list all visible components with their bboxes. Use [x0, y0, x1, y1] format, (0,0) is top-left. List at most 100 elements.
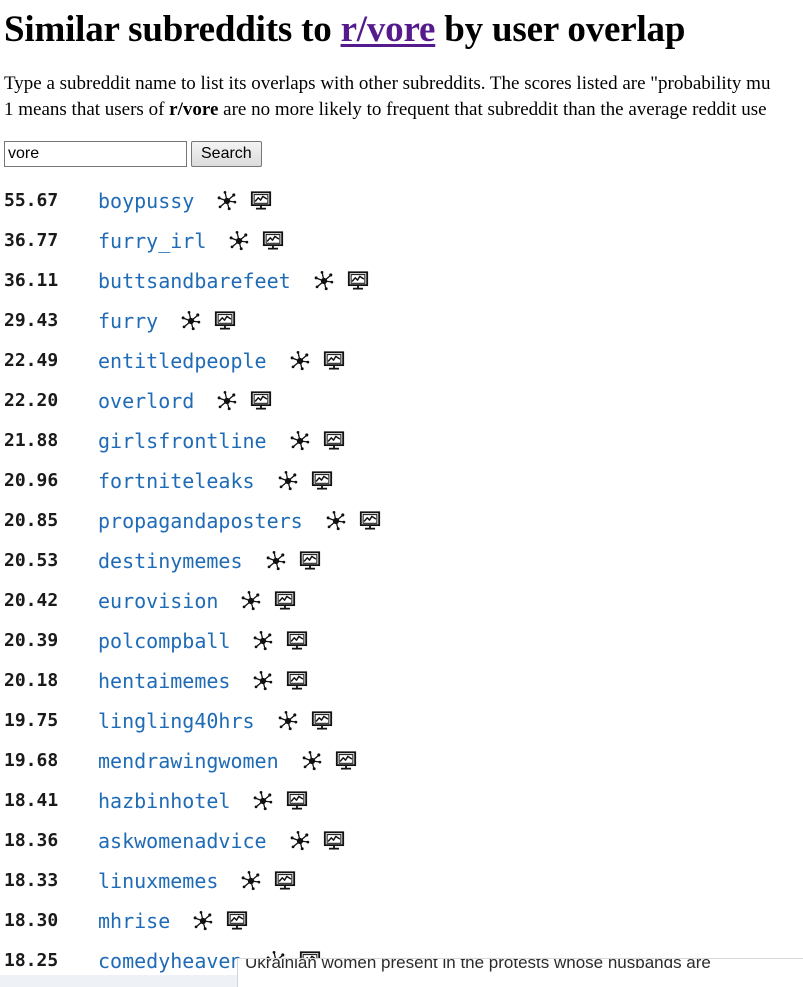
chart-presentation-icon[interactable]: [323, 350, 345, 372]
network-graph-icon[interactable]: [240, 590, 262, 612]
chart-presentation-icon[interactable]: [323, 830, 345, 852]
network-graph-icon[interactable]: [313, 270, 335, 292]
overlap-score: 18.30: [4, 910, 59, 932]
chart-presentation-icon[interactable]: [262, 230, 284, 252]
subreddit-link[interactable]: overlord: [98, 389, 194, 413]
chart-presentation-icon[interactable]: [226, 910, 248, 932]
description-line-2: 1 means that users of r/vore are no more…: [4, 97, 803, 123]
background-window[interactable]: Ukrainian women present in the protests …: [237, 958, 803, 987]
result-icons: [277, 710, 333, 732]
chart-presentation-icon[interactable]: [311, 470, 333, 492]
overlap-score: 55.67: [4, 190, 59, 212]
network-graph-icon[interactable]: [228, 230, 250, 252]
result-row: 20.39 polcompball: [4, 621, 803, 661]
overlap-score: 22.49: [4, 350, 59, 372]
network-graph-icon[interactable]: [289, 830, 311, 852]
subreddit-link[interactable]: fortniteleaks: [98, 469, 255, 493]
subreddit-link[interactable]: eurovision: [98, 589, 218, 613]
result-icons: [277, 470, 333, 492]
search-form: Search: [4, 140, 262, 167]
network-graph-icon[interactable]: [289, 430, 311, 452]
chart-presentation-icon[interactable]: [286, 670, 308, 692]
chart-presentation-icon[interactable]: [274, 590, 296, 612]
network-graph-icon[interactable]: [252, 790, 274, 812]
subreddit-link[interactable]: polcompball: [98, 629, 230, 653]
result-row: 19.68 mendrawingwomen: [4, 741, 803, 781]
chart-presentation-icon[interactable]: [311, 710, 333, 732]
overlap-score: 19.75: [4, 710, 59, 732]
result-icons: [289, 350, 345, 372]
overlap-score: 21.88: [4, 430, 59, 452]
result-icons: [252, 630, 308, 652]
overlap-score: 18.25: [4, 950, 59, 972]
subreddit-link[interactable]: linuxmemes: [98, 869, 218, 893]
chart-presentation-icon[interactable]: [250, 190, 272, 212]
chart-presentation-icon[interactable]: [359, 510, 381, 532]
subreddit-link[interactable]: entitledpeople: [98, 349, 267, 373]
chart-presentation-icon[interactable]: [335, 750, 357, 772]
chart-presentation-icon[interactable]: [347, 270, 369, 292]
result-icons: [289, 830, 345, 852]
search-input[interactable]: [4, 140, 187, 167]
result-row: 29.43 furry: [4, 301, 803, 341]
network-graph-icon[interactable]: [289, 350, 311, 372]
result-row: 22.49 entitledpeople: [4, 341, 803, 381]
result-icons: [240, 590, 296, 612]
overlap-score: 36.77: [4, 230, 59, 252]
subreddit-link[interactable]: hentaimemes: [98, 669, 230, 693]
page-title: Similar subreddits to r/vore by user ove…: [4, 9, 803, 50]
subreddit-link[interactable]: boypussy: [98, 189, 194, 213]
overlap-score: 29.43: [4, 310, 59, 332]
overlap-score: 18.36: [4, 830, 59, 852]
network-graph-icon[interactable]: [192, 910, 214, 932]
chart-presentation-icon[interactable]: [299, 550, 321, 572]
network-graph-icon[interactable]: [301, 750, 323, 772]
network-graph-icon[interactable]: [180, 310, 202, 332]
subreddit-link[interactable]: hazbinhotel: [98, 789, 230, 813]
chart-presentation-icon[interactable]: [250, 390, 272, 412]
subreddit-link[interactable]: mendrawingwomen: [98, 749, 279, 773]
network-graph-icon[interactable]: [240, 870, 262, 892]
network-graph-icon[interactable]: [325, 510, 347, 532]
search-button[interactable]: Search: [191, 140, 262, 167]
network-graph-icon[interactable]: [277, 710, 299, 732]
chart-presentation-icon[interactable]: [286, 790, 308, 812]
overlap-score: 19.68: [4, 750, 59, 772]
result-icons: [240, 870, 296, 892]
result-row: 36.77 furry_irl: [4, 221, 803, 261]
background-window-strip: [0, 975, 237, 987]
result-row: 18.33 linuxmemes: [4, 861, 803, 901]
subreddit-link[interactable]: buttsandbarefeet: [98, 269, 291, 293]
network-graph-icon[interactable]: [216, 190, 238, 212]
description-line-2-part-b: are no more likely to frequent that subr…: [218, 98, 767, 120]
network-graph-icon[interactable]: [252, 630, 274, 652]
subreddit-link[interactable]: girlsfrontline: [98, 429, 267, 453]
network-graph-icon[interactable]: [277, 470, 299, 492]
result-icons: [252, 670, 308, 692]
description-subreddit-mention: r/vore: [169, 98, 219, 120]
description-line-1: Type a subreddit name to list its overla…: [4, 72, 771, 94]
result-icons: [180, 310, 236, 332]
subreddit-link[interactable]: mhrise: [98, 909, 170, 933]
description-line-2-part-a: 1 means that users of: [4, 98, 170, 120]
overlap-score: 22.20: [4, 390, 59, 412]
page-description: Type a subreddit name to list its overla…: [4, 71, 803, 123]
subreddit-link[interactable]: propagandaposters: [98, 509, 303, 533]
chart-presentation-icon[interactable]: [274, 870, 296, 892]
subreddit-link[interactable]: lingling40hrs: [98, 709, 255, 733]
subreddit-link[interactable]: furry_irl: [98, 229, 206, 253]
network-graph-icon[interactable]: [252, 670, 274, 692]
subreddit-link[interactable]: comedyheaven: [98, 949, 243, 973]
overlap-score: 20.39: [4, 630, 59, 652]
chart-presentation-icon[interactable]: [214, 310, 236, 332]
subreddit-link[interactable]: furry: [98, 309, 158, 333]
chart-presentation-icon[interactable]: [323, 430, 345, 452]
subreddit-link[interactable]: destinymemes: [98, 549, 243, 573]
result-icons: [192, 910, 248, 932]
result-row: 19.75 lingling40hrs: [4, 701, 803, 741]
subreddit-link-vore[interactable]: r/vore: [341, 9, 436, 50]
subreddit-link[interactable]: askwomenadvice: [98, 829, 267, 853]
chart-presentation-icon[interactable]: [286, 630, 308, 652]
network-graph-icon[interactable]: [265, 550, 287, 572]
network-graph-icon[interactable]: [216, 390, 238, 412]
